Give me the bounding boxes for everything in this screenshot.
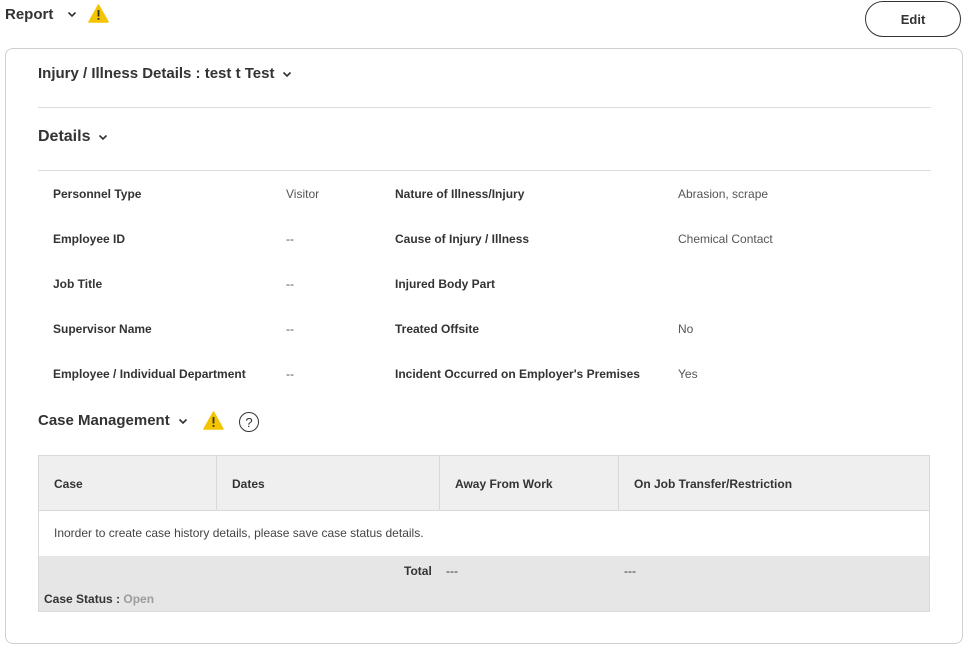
report-title: Report bbox=[5, 6, 54, 23]
case-management-header[interactable]: Case Management bbox=[38, 412, 189, 429]
section-divider bbox=[38, 107, 931, 108]
column-header-dates[interactable]: Dates bbox=[217, 456, 440, 511]
warning-icon bbox=[88, 4, 109, 23]
field-label-supervisor-name: Supervisor Name bbox=[53, 322, 152, 336]
field-value-on-premises: Yes bbox=[678, 367, 698, 381]
top-bar: Report Edit bbox=[0, 0, 976, 44]
case-status-value: Open bbox=[123, 592, 155, 606]
case-status: Case Status : Open bbox=[44, 592, 154, 606]
injury-details-title: Injury / Illness Details : test t Test bbox=[38, 65, 275, 82]
report-card: Injury / Illness Details : test t Test D… bbox=[5, 48, 963, 644]
total-transfer-value: --- bbox=[624, 564, 636, 578]
field-label-cause-of-injury: Cause of Injury / Illness bbox=[395, 232, 530, 246]
total-label: Total bbox=[404, 564, 432, 578]
field-value-treated-offsite: No bbox=[678, 322, 694, 336]
field-value-employee-id: -- bbox=[286, 232, 294, 246]
case-management-title: Case Management bbox=[38, 412, 170, 429]
details-title: Details bbox=[38, 128, 91, 145]
field-label-treated-offsite: Treated Offsite bbox=[395, 322, 480, 336]
help-icon[interactable]: ? bbox=[239, 412, 259, 432]
field-value-department: -- bbox=[286, 367, 294, 381]
case-grid-footer: Total --- --- Case Status : Open bbox=[39, 556, 929, 611]
field-label-employee-id: Employee ID bbox=[53, 232, 126, 246]
column-header-job-transfer[interactable]: On Job Transfer/Restriction bbox=[619, 456, 929, 511]
injury-details-header[interactable]: Injury / Illness Details : test t Test bbox=[38, 65, 293, 82]
field-label-personnel-type: Personnel Type bbox=[53, 187, 142, 201]
field-value-job-title: -- bbox=[286, 277, 294, 291]
empty-state-message: Inorder to create case history details, … bbox=[54, 526, 424, 540]
chevron-down-icon bbox=[283, 71, 292, 77]
field-label-job-title: Job Title bbox=[53, 277, 103, 291]
case-grid-header: Case Dates Away From Work On Job Transfe… bbox=[39, 456, 929, 511]
total-away-value: --- bbox=[446, 564, 458, 578]
field-value-cause-of-injury: Chemical Contact bbox=[678, 232, 773, 246]
case-grid: Case Dates Away From Work On Job Transfe… bbox=[38, 455, 930, 612]
edit-button[interactable]: Edit bbox=[865, 1, 961, 37]
field-label-on-premises: Incident Occurred on Employer's Premises bbox=[395, 367, 640, 381]
field-value-nature-of-injury: Abrasion, scrape bbox=[678, 187, 769, 201]
case-status-label: Case Status : bbox=[44, 592, 121, 606]
column-header-away-from-work[interactable]: Away From Work bbox=[440, 456, 619, 511]
column-header-case[interactable]: Case bbox=[39, 456, 217, 511]
chevron-down-icon bbox=[99, 134, 108, 141]
section-divider bbox=[38, 170, 931, 171]
field-value-personnel-type: Visitor bbox=[286, 187, 320, 201]
chevron-down-icon bbox=[178, 418, 187, 424]
warning-icon bbox=[203, 411, 224, 430]
field-label-department: Employee / Individual Department bbox=[53, 367, 246, 381]
field-value-supervisor-name: -- bbox=[286, 322, 294, 336]
field-label-nature-of-injury: Nature of Illness/Injury bbox=[395, 187, 525, 201]
chevron-down-icon[interactable] bbox=[66, 8, 78, 20]
details-header[interactable]: Details bbox=[38, 128, 109, 146]
field-label-injured-body-part: Injured Body Part bbox=[395, 277, 496, 291]
